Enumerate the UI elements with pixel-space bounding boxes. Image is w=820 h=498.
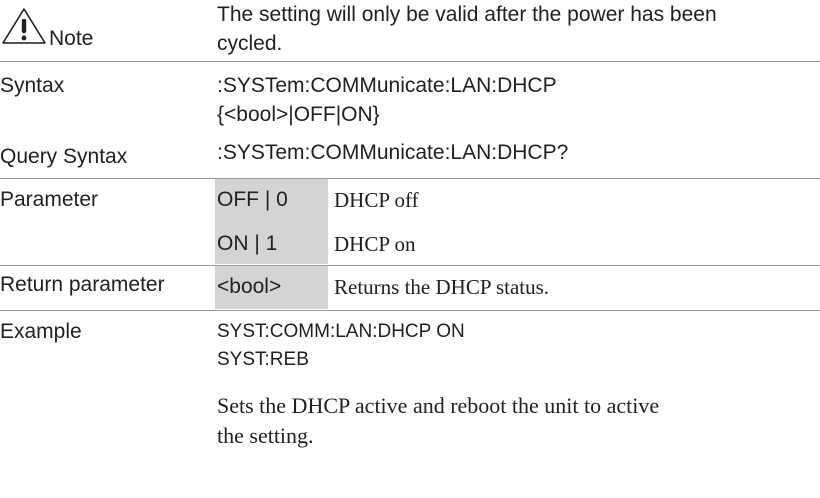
example-desc-line2: the setting. bbox=[217, 423, 314, 448]
divider bbox=[0, 265, 820, 266]
parameter-desc: DHCP off bbox=[334, 188, 419, 212]
return-parameter-key: <bool> bbox=[217, 275, 282, 298]
note-label: Note bbox=[49, 27, 94, 50]
warning-triangle-icon bbox=[2, 8, 46, 44]
example-desc-line1: Sets the DHCP active and reboot the unit… bbox=[217, 393, 660, 418]
example-command: SYST:REB bbox=[217, 349, 309, 370]
divider bbox=[0, 310, 820, 311]
divider bbox=[0, 178, 820, 179]
parameter-label: Parameter bbox=[0, 188, 99, 211]
note-text-line2: cycled. bbox=[217, 32, 283, 55]
query-syntax-label: Query Syntax bbox=[0, 145, 128, 168]
return-parameter-desc: Returns the DHCP status. bbox=[334, 275, 550, 299]
divider bbox=[0, 61, 820, 62]
example-command: SYST:COMM:LAN:DHCP ON bbox=[217, 321, 465, 342]
query-syntax-value: :SYSTem:COMMunicate:LAN:DHCP? bbox=[217, 141, 569, 164]
note-text-line1: The setting will only be valid after the… bbox=[217, 3, 717, 26]
return-parameter-label: Return parameter bbox=[0, 273, 165, 296]
parameter-key: ON | 1 bbox=[217, 232, 278, 255]
parameter-key: OFF | 0 bbox=[217, 188, 288, 211]
syntax-line2: {<bool>|OFF|ON} bbox=[217, 103, 380, 126]
command-reference-page: Note The setting will only be valid afte… bbox=[0, 0, 820, 498]
syntax-line1: :SYSTem:COMMunicate:LAN:DHCP bbox=[217, 74, 557, 97]
syntax-label: Syntax bbox=[0, 74, 65, 97]
example-label: Example bbox=[0, 320, 82, 343]
parameter-desc: DHCP on bbox=[334, 232, 416, 256]
